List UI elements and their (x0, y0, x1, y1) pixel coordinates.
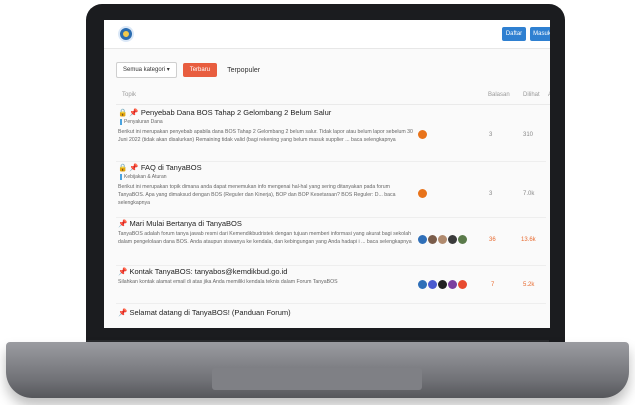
topic-title[interactable]: 📌 Mari Mulai Bertanya di TanyaBOS (118, 219, 242, 228)
avatar[interactable] (438, 280, 447, 289)
topic-row[interactable]: 🔒 📌 Penyebab Dana BOS Tahap 2 Gelombang … (116, 108, 546, 162)
topic-title[interactable]: 📌 Kontak TanyaBOS: tanyabos@kemdikbud.go… (118, 267, 287, 276)
col-topic: Topik (122, 92, 137, 98)
avatar[interactable] (418, 280, 427, 289)
avatar[interactable] (428, 235, 437, 244)
topic-category[interactable]: Kebijakan & Aturan (120, 174, 167, 180)
forum-topbar: Daftar Masuk (104, 20, 550, 49)
view-count: 5.2k (523, 282, 535, 288)
col-views: Dilihat (523, 92, 540, 98)
topic-row[interactable]: 🔒 📌 FAQ di TanyaBOS Kebijakan & Aturan B… (116, 163, 546, 218)
poster-avatars (418, 130, 427, 139)
filter-bar: Semua kategori ▾ Terbaru Terpopuler (116, 62, 264, 78)
topic-title-text: Selamat datang di TanyaBOS! (Panduan For… (129, 308, 291, 317)
topic-title-text: Penyebab Dana BOS Tahap 2 Gelombang 2 Be… (140, 108, 332, 117)
topic-title-text: Kontak TanyaBOS: tanyabos@kemdikbud.go.i… (129, 267, 288, 276)
laptop-screen: Daftar Masuk Semua kategori ▾ Terbaru Te… (104, 20, 550, 328)
avatar[interactable] (448, 280, 457, 289)
view-count: 310 (523, 132, 534, 138)
reply-count: 36 (489, 237, 496, 243)
tab-latest[interactable]: Terbaru (182, 63, 218, 77)
topic-row[interactable]: 📌 Selamat datang di TanyaBOS! (Panduan F… (116, 308, 546, 328)
avatar[interactable] (418, 189, 427, 198)
category-select[interactable]: Semua kategori ▾ (116, 62, 177, 78)
col-activity: A (548, 92, 550, 98)
col-replies: Balasan (488, 92, 510, 98)
reply-count: 3 (489, 191, 493, 197)
tab-popular[interactable]: Terpopuler (223, 67, 264, 74)
reply-count: 3 (489, 132, 493, 138)
laptop-touchpad (212, 368, 422, 390)
avatar[interactable] (418, 235, 427, 244)
poster-avatars (418, 235, 467, 244)
view-count: 13.6k (521, 237, 536, 243)
avatar[interactable] (458, 235, 467, 244)
topic-title[interactable]: 📌 Selamat datang di TanyaBOS! (Panduan F… (118, 308, 291, 317)
avatar[interactable] (428, 280, 437, 289)
login-button[interactable]: Masuk (530, 27, 550, 41)
topic-row[interactable]: 📌 Kontak TanyaBOS: tanyabos@kemdikbud.go… (116, 267, 546, 304)
avatar[interactable] (418, 130, 427, 139)
poster-avatars (418, 280, 467, 289)
topic-excerpt: Berikut ini merupakan topik dimana anda … (118, 184, 396, 206)
topic-excerpt: TanyaBOS adalah forum tanya jawab resmi … (118, 231, 412, 245)
topic-row[interactable]: 📌 Mari Mulai Bertanya di TanyaBOS TanyaB… (116, 219, 546, 266)
poster-avatars (418, 189, 427, 198)
avatar[interactable] (438, 235, 447, 244)
reply-count: 7 (491, 282, 495, 288)
topic-excerpt: Berikut ini merupakan penyebab apabila d… (118, 129, 413, 143)
topic-excerpt: Silahkan kontak alamat email di atas jik… (118, 279, 338, 285)
avatar[interactable] (448, 235, 457, 244)
site-logo[interactable] (118, 26, 134, 42)
topic-table-header: Topik Balasan Dilihat A (116, 90, 550, 105)
topic-category[interactable]: Penyaluran Dana (120, 119, 163, 125)
view-count: 7.0k (523, 191, 535, 197)
topic-title-text: Mari Mulai Bertanya di TanyaBOS (129, 219, 242, 228)
topic-title-text: FAQ di TanyaBOS (140, 163, 202, 172)
avatar[interactable] (458, 280, 467, 289)
signup-button[interactable]: Daftar (502, 27, 526, 41)
topic-title[interactable]: 🔒 📌 Penyebab Dana BOS Tahap 2 Gelombang … (118, 108, 331, 117)
topic-title[interactable]: 🔒 📌 FAQ di TanyaBOS (118, 163, 202, 172)
category-select-value: Semua kategori (123, 67, 166, 73)
